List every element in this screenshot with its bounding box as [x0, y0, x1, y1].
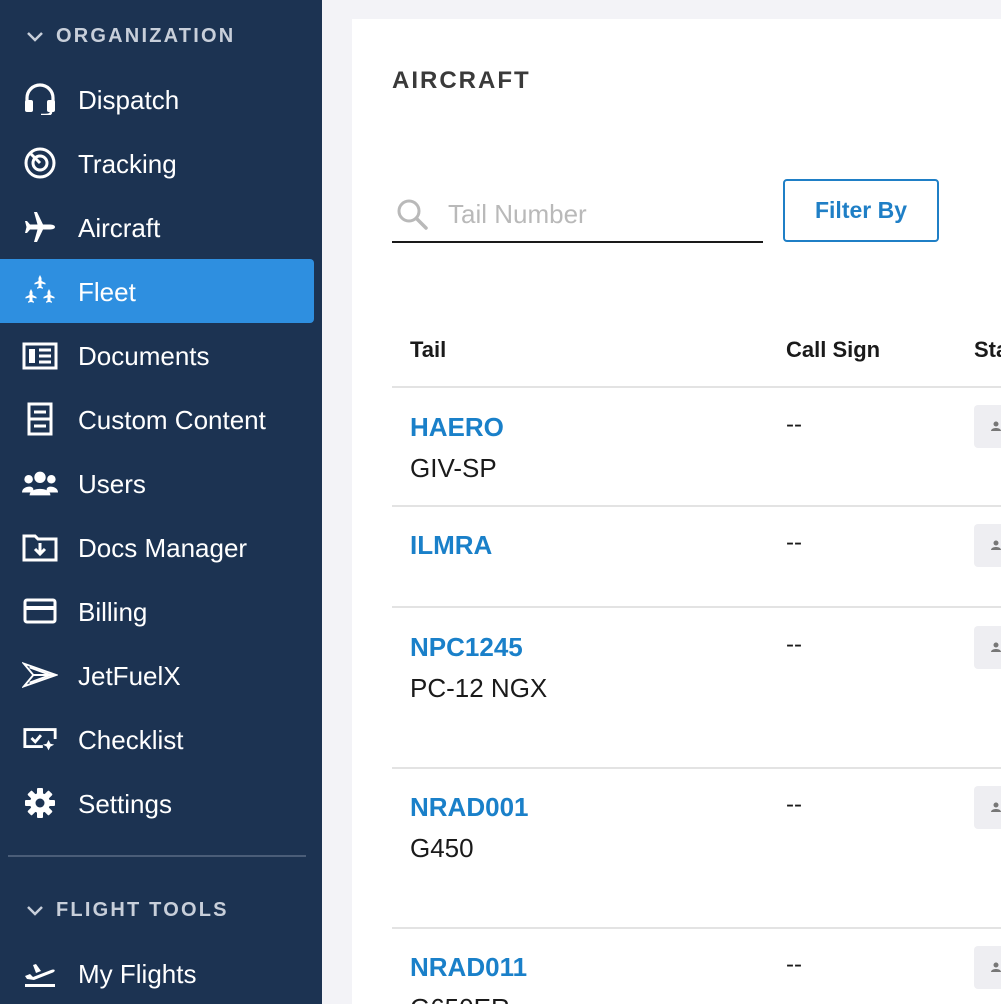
- airplane-icon: [22, 211, 58, 243]
- gear-icon: [22, 787, 58, 819]
- users-icon: [22, 467, 58, 499]
- sidebar-item-tracking[interactable]: Tracking: [0, 131, 314, 195]
- table-header-divider: [392, 386, 1001, 388]
- sidebar-item-aircraft[interactable]: Aircraft: [0, 195, 314, 259]
- tail-link[interactable]: HAERO: [410, 412, 504, 443]
- sidebar-item-label: Fleet: [78, 277, 136, 307]
- aircraft-model: G650ER: [410, 993, 510, 1004]
- sidebar-item-label: Settings: [78, 789, 172, 819]
- call-sign-value: --: [786, 529, 802, 556]
- status-badge[interactable]: [974, 405, 1001, 448]
- radar-icon: [22, 147, 58, 179]
- aircraft-model: G450: [410, 833, 474, 863]
- documents-icon: [22, 339, 58, 371]
- section-flight-tools-toggle[interactable]: FLIGHT TOOLS: [24, 895, 229, 925]
- sidebar-item-jetfuelx[interactable]: JetFuelX: [0, 643, 314, 707]
- sidebar: ORGANIZATION Dispatch Tracking Aircraft …: [0, 0, 322, 1004]
- sidebar-item-label: Custom Content: [78, 405, 266, 435]
- tail-link[interactable]: ILMRA: [410, 530, 492, 561]
- headset-icon: [22, 83, 58, 115]
- sidebar-item-label: Tracking: [78, 149, 177, 179]
- user-icon: [991, 642, 1001, 652]
- sidebar-item-dispatch[interactable]: Dispatch: [0, 67, 314, 131]
- row-divider: [392, 927, 1001, 929]
- row-divider: [392, 606, 1001, 608]
- sidebar-item-docs-manager[interactable]: Docs Manager: [0, 515, 314, 579]
- sidebar-item-label: Aircraft: [78, 213, 161, 243]
- sidebar-item-label: Checklist: [78, 725, 184, 755]
- sidebar-item-my-flights[interactable]: My Flights: [0, 941, 314, 1004]
- call-sign-value: --: [786, 791, 802, 818]
- tail-number-search-input[interactable]: [448, 196, 748, 232]
- row-divider: [392, 767, 1001, 769]
- page-title: AIRCRAFT: [392, 67, 531, 94]
- status-badge[interactable]: [974, 786, 1001, 829]
- sidebar-item-label: Billing: [78, 597, 148, 627]
- tail-link[interactable]: NRAD011: [410, 952, 527, 983]
- sidebar-item-label: My Flights: [78, 959, 197, 989]
- sidebar-item-settings[interactable]: Settings: [0, 771, 314, 835]
- section-title: ORGANIZATION: [56, 24, 236, 47]
- status-badge[interactable]: [974, 626, 1001, 669]
- chevron-down-icon: [27, 906, 43, 916]
- folder-download-icon: [22, 531, 58, 563]
- search-icon: [397, 199, 428, 230]
- status-badge[interactable]: [974, 946, 1001, 989]
- call-sign-value: --: [786, 951, 802, 978]
- filter-by-button[interactable]: Filter By: [783, 179, 939, 242]
- user-icon: [991, 962, 1001, 972]
- section-title: FLIGHT TOOLS: [56, 898, 229, 921]
- tail-link[interactable]: NRAD001: [410, 792, 529, 823]
- column-header-status[interactable]: Sta: [974, 337, 1001, 363]
- call-sign-value: --: [786, 631, 802, 658]
- custom-content-icon: [22, 402, 58, 436]
- aircraft-model: PC-12 NGX: [410, 673, 548, 703]
- departure-icon: [22, 957, 58, 989]
- column-header-call-sign[interactable]: Call Sign: [786, 337, 880, 363]
- sidebar-item-label: Docs Manager: [78, 533, 248, 563]
- status-badge[interactable]: [974, 524, 1001, 567]
- sidebar-item-label: Documents: [78, 341, 210, 371]
- sidebar-item-custom-content[interactable]: Custom Content: [0, 387, 314, 451]
- sidebar-item-documents[interactable]: Documents: [0, 323, 314, 387]
- tail-link[interactable]: NPC1245: [410, 632, 523, 663]
- chevron-down-icon: [27, 32, 43, 42]
- sidebar-item-users[interactable]: Users: [0, 451, 314, 515]
- column-header-tail[interactable]: Tail: [410, 337, 446, 363]
- section-organization-toggle[interactable]: ORGANIZATION: [24, 21, 235, 51]
- credit-card-icon: [22, 595, 58, 627]
- user-icon: [991, 421, 1001, 431]
- search-box: [392, 194, 763, 243]
- aircraft-panel: AIRCRAFT Filter By Tail Call Sign Sta HA…: [352, 19, 1001, 1004]
- user-icon: [991, 802, 1001, 812]
- sidebar-item-billing[interactable]: Billing: [0, 579, 314, 643]
- call-sign-value: --: [786, 411, 802, 438]
- sidebar-item-label: JetFuelX: [78, 661, 181, 691]
- fleet-icon: [22, 275, 58, 307]
- row-divider: [392, 505, 1001, 507]
- sidebar-item-fleet[interactable]: Fleet: [0, 259, 314, 323]
- sidebar-item-label: Users: [78, 469, 146, 499]
- jetfuelx-icon: [22, 659, 58, 691]
- sidebar-divider: [8, 855, 306, 857]
- user-icon: [991, 540, 1001, 550]
- aircraft-model: GIV-SP: [410, 453, 497, 483]
- sidebar-item-label: Dispatch: [78, 85, 180, 115]
- sidebar-item-checklist[interactable]: Checklist: [0, 707, 314, 771]
- checklist-icon: [22, 723, 58, 755]
